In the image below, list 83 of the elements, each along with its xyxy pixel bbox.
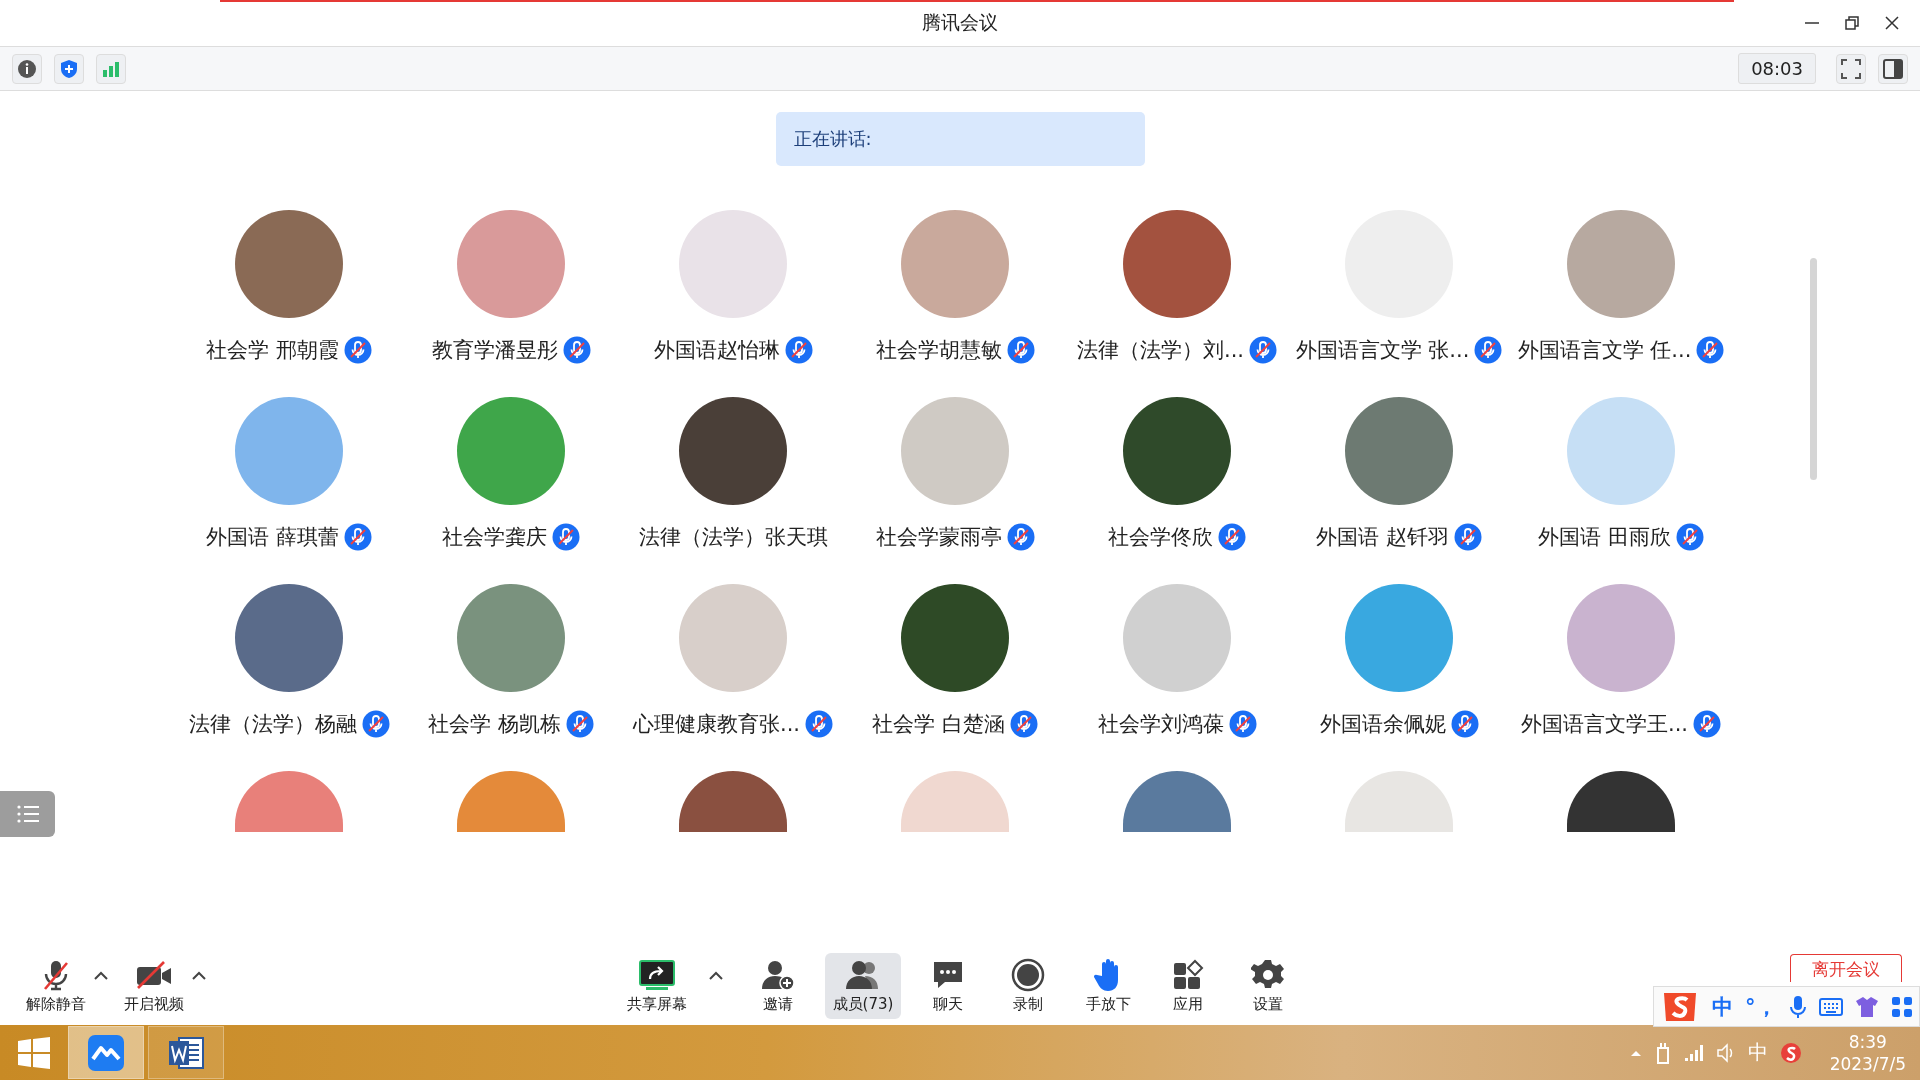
share-screen-icon (637, 958, 676, 991)
sidebar-icon[interactable] (1878, 53, 1908, 84)
participant-name: 外国语 田雨欣 (1538, 524, 1671, 551)
participant-name: 外国语赵怡琳 (653, 337, 780, 364)
participant-name: 法律（法学）杨融 (188, 711, 357, 738)
fullscreen-icon[interactable] (1836, 53, 1866, 84)
muted-mic-icon (565, 710, 594, 738)
input-mode-toggle[interactable]: 中 (1712, 992, 1733, 1021)
taskbar-time: 8:39 (1848, 1030, 1887, 1053)
muted-mic-icon (1009, 710, 1038, 738)
participant-name: 外国语余佩妮 (1319, 711, 1446, 738)
participant-name: 外国语言文学 任... (1517, 337, 1692, 364)
participant-name: 外国语言文学 张... (1295, 337, 1470, 364)
muted-mic-icon (552, 523, 580, 551)
apps-icon (1172, 958, 1205, 991)
meeting-app-icon (88, 1034, 124, 1071)
participant-name: 法律（法学）张天琪 (638, 524, 828, 551)
members-control[interactable]: 成员(73) (824, 952, 902, 1019)
list-icon[interactable] (0, 791, 55, 837)
taskbar-date: 2023/7/5 (1829, 1052, 1906, 1075)
participant-name: 心理健康教育张... (633, 711, 800, 738)
muted-mic-icon (1006, 523, 1035, 551)
participant-name: 外国语言文学王... (1521, 711, 1688, 738)
restore-icon[interactable] (1844, 15, 1860, 31)
apps-control[interactable]: 应用 (1155, 952, 1222, 1019)
participant-name: 社会学刘鸿葆 (1097, 711, 1224, 738)
participant-name: 社会学 杨凯栋 (428, 711, 561, 738)
add-person-icon (759, 958, 796, 991)
signal-icon[interactable] (96, 53, 126, 84)
muted-mic-icon (361, 710, 390, 738)
speaking-label: 正在讲话: (793, 127, 872, 151)
taskbar-app[interactable] (148, 1026, 224, 1079)
chat-control[interactable]: 聊天 (915, 952, 982, 1019)
muted-mic-icon (1218, 523, 1246, 551)
participant-name: 外国语 薛琪蕾 (206, 524, 339, 551)
participant-name: 外国语 赵钎羽 (1316, 524, 1449, 551)
muted-mic-icon (1453, 523, 1482, 551)
participant-name: 教育学潘昱彤 (431, 337, 558, 364)
participant-name: 法律（法学）刘... (1077, 337, 1244, 364)
muted-mic-icon (805, 710, 833, 738)
keyboard-icon[interactable] (1818, 997, 1843, 1016)
participant-name: 社会学胡慧敏 (875, 337, 1002, 364)
muted-mic-icon (1474, 336, 1503, 364)
muted-mic-icon (1249, 336, 1277, 364)
grid-icon[interactable] (1890, 995, 1913, 1018)
window-title: 腾讯会议 (922, 10, 998, 35)
muted-mic-icon (1675, 523, 1704, 551)
record-control[interactable]: 录制 (995, 952, 1062, 1019)
close-icon[interactable] (1884, 15, 1900, 31)
participant-name: 社会学龚庆 (442, 524, 547, 551)
settings-control[interactable]: 设置 (1235, 952, 1302, 1019)
invite-control[interactable]: 邀请 (744, 952, 811, 1019)
video-control[interactable]: 开启视频 (116, 952, 192, 1019)
mic-control[interactable]: 解除静音 (18, 952, 94, 1019)
record-icon (1011, 957, 1046, 992)
muted-mic-icon (1696, 336, 1725, 364)
participant-name: 社会学 白楚涵 (872, 711, 1005, 738)
muted-mic-icon (1450, 710, 1479, 738)
muted-mic-icon (784, 336, 813, 364)
muted-mic-icon (562, 336, 591, 364)
participant-name: 社会学 邢朝霞 (206, 337, 339, 364)
muted-mic-icon (343, 523, 372, 551)
share-control[interactable]: 共享屏幕 (618, 952, 695, 1019)
info-icon[interactable] (12, 53, 42, 84)
muted-mic-icon (1006, 336, 1035, 364)
leave-meeting-button[interactable]: 离开会议 (1790, 954, 1902, 982)
meeting-timer: 08:03 (1738, 53, 1816, 84)
taskbar-app[interactable] (68, 1026, 144, 1079)
word-app-icon (167, 1034, 205, 1071)
muted-mic-icon (1228, 710, 1257, 738)
shield-icon[interactable] (54, 53, 84, 84)
scrollbar-thumb[interactable] (1810, 258, 1817, 480)
sogou-s-icon[interactable] (1779, 1041, 1802, 1064)
hand-control[interactable]: 手放下 (1075, 952, 1142, 1019)
camera-off-icon (134, 959, 174, 990)
participant-name: 社会学蒙雨亭 (875, 524, 1002, 551)
muted-mic-icon (1693, 710, 1721, 738)
muted-mic-icon (343, 336, 372, 364)
participant-name: 社会学佟欣 (1108, 524, 1213, 551)
people-icon (845, 958, 881, 991)
mic-icon[interactable] (1788, 994, 1807, 1019)
shirt-icon[interactable] (1854, 995, 1879, 1018)
punctuation-toggle[interactable]: °， (1745, 992, 1777, 1021)
